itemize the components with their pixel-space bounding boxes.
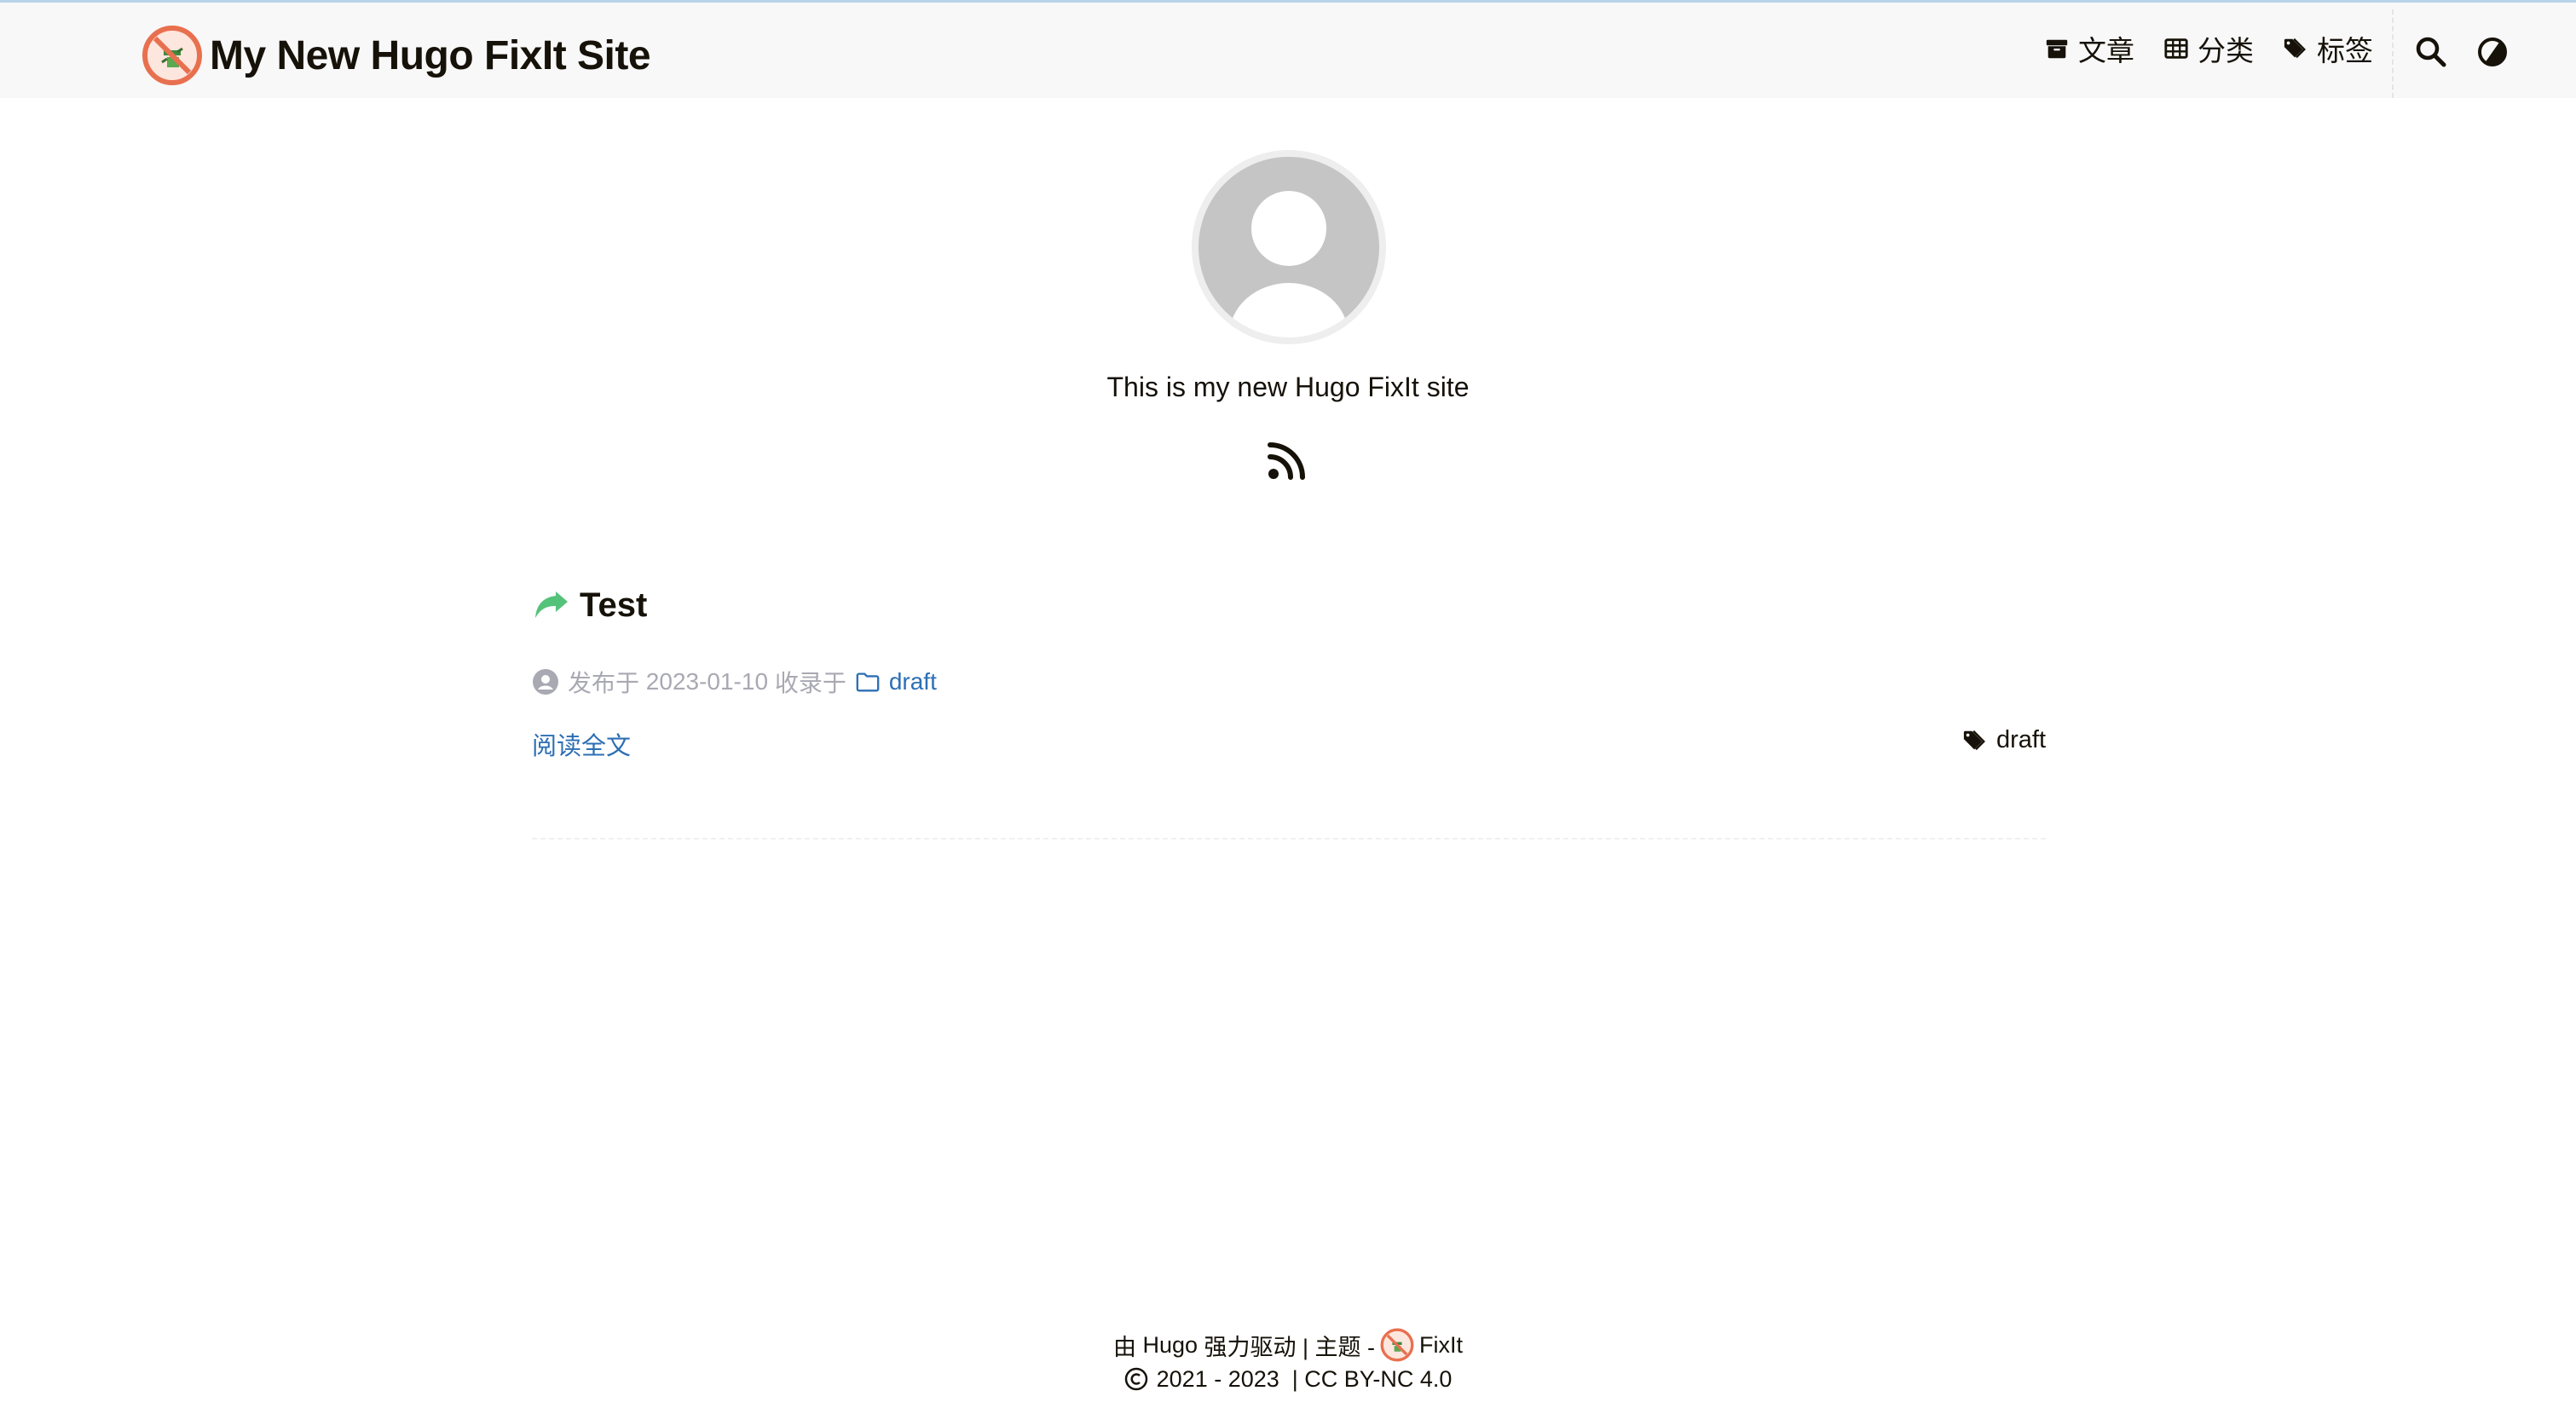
- search-icon: [2416, 37, 2446, 67]
- post-date: 2023-01-10: [645, 668, 769, 695]
- rss-icon: [1268, 442, 1305, 480]
- theme-toggle-icon: [2478, 38, 2507, 66]
- copyright-icon: [1124, 1367, 1147, 1391]
- fixit-logo-icon: [142, 26, 202, 85]
- post-meta: 发布于 2023-01-10 收录于 draft: [532, 665, 937, 699]
- nav-item-categories[interactable]: 分类: [2163, 28, 2254, 69]
- search-button[interactable]: [2414, 35, 2448, 69]
- nav-divider: [2392, 9, 2394, 98]
- folder-icon: [856, 672, 880, 692]
- nav-item-categories-label: 分类: [2198, 35, 2254, 66]
- collected-in-label: 收录于: [774, 670, 846, 696]
- nav-item-tags-label: 标签: [2317, 35, 2373, 66]
- nav-item-tags[interactable]: 标签: [2283, 28, 2373, 69]
- license-link[interactable]: | CC BY-NC 4.0: [1292, 1366, 1453, 1393]
- footer-powered-line: 由 Hugo 强力驱动 | 主题 - FixIt: [0, 1328, 2576, 1362]
- default-avatar-icon: [1229, 191, 1349, 338]
- site-subtitle: This is my new Hugo FixIt site: [1106, 372, 1470, 402]
- share-arrow-icon: [535, 591, 568, 618]
- category-label: draft: [888, 668, 937, 695]
- post-title: Test: [580, 586, 648, 624]
- archive-icon: [2046, 39, 2068, 59]
- avatar: [1198, 157, 1379, 338]
- footer-years: 2021 - 2023: [1156, 1365, 1279, 1392]
- fixit-theme-link[interactable]: FixIt: [1419, 1332, 1463, 1359]
- footer-copyright-line: 2021 - 2023 | CC BY-NC 4.0: [0, 1362, 2576, 1396]
- read-more-link[interactable]: 阅读全文: [532, 726, 631, 762]
- nav-item-posts[interactable]: 文章: [2044, 28, 2134, 69]
- table-grid-icon: [2164, 38, 2188, 59]
- tags-icon: [1963, 730, 1985, 750]
- site-footer: 由 Hugo 强力驱动 | 主题 - FixIt 2021 - 2023 | C…: [0, 1328, 2576, 1396]
- hugo-link[interactable]: Hugo: [1142, 1332, 1198, 1359]
- category-link[interactable]: draft: [855, 668, 937, 695]
- nav-item-posts-label: 文章: [2078, 35, 2134, 66]
- site-header: My New Hugo FixIt Site 文章 分类 标签: [0, 3, 2576, 98]
- theme-toggle-button[interactable]: [2475, 35, 2510, 69]
- post-divider: [532, 838, 2046, 840]
- user-circle-icon: [533, 669, 558, 695]
- footer-mid: 强力驱动 | 主题 -: [1204, 1334, 1376, 1360]
- site-title: My New Hugo FixIt Site: [210, 32, 651, 78]
- post-title-link[interactable]: Test: [532, 586, 647, 625]
- fixit-logo-icon: [1380, 1328, 1414, 1362]
- site-home-link[interactable]: My New Hugo FixIt Site: [142, 25, 651, 86]
- tag-link[interactable]: draft: [1962, 726, 2046, 754]
- tags-icon: [2284, 38, 2306, 59]
- footer-prefix: 由: [1112, 1334, 1136, 1360]
- rss-link[interactable]: [1267, 440, 1308, 481]
- published-prefix: 发布于: [568, 670, 640, 696]
- tag-label: draft: [1996, 726, 2046, 753]
